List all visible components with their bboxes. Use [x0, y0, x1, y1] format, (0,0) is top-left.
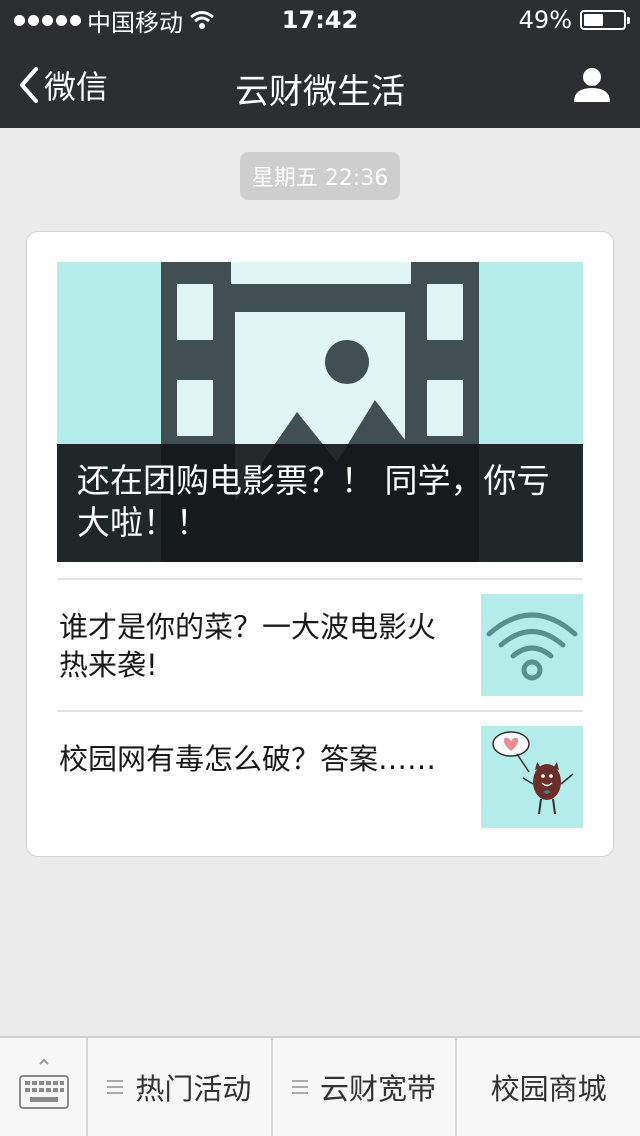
article-item[interactable]: 谁才是你的菜？一大波电影火热来袭!: [57, 594, 583, 696]
profile-icon[interactable]: [572, 64, 612, 104]
message-timestamp: 星期五 22:36: [239, 152, 401, 200]
article-title: 校园网有毒怎么破？答案……: [59, 742, 437, 776]
menu-label: 云财宽带: [320, 1072, 437, 1106]
article-thumbnail: [481, 594, 583, 696]
divider: [57, 578, 583, 580]
page-title: 云财微生活: [235, 72, 405, 112]
menu-label: 热门活动: [135, 1072, 252, 1106]
keyboard-icon: [19, 1058, 69, 1109]
battery-icon: [580, 10, 630, 30]
submenu-icon: [292, 1080, 308, 1094]
signal-strength-icon: [14, 14, 81, 26]
divider: [57, 710, 583, 712]
menu-hot-activities-button[interactable]: 热门活动: [88, 1038, 273, 1136]
news-card: 还在团购电影票？！ 同学，你亏大啦！！ 谁才是你的菜？一大波电影火热来袭! 校园…: [26, 231, 614, 857]
status-left: 中国移动: [14, 3, 215, 38]
main-article-title: 还在团购电影票？！ 同学，你亏大啦！！: [57, 444, 583, 562]
status-bar: 中国移动 17:42 49%: [0, 0, 640, 40]
monster-heart-icon: [492, 731, 574, 815]
menu-campus-mall-button[interactable]: 校园商城: [457, 1038, 640, 1136]
wifi-signal-icon: [190, 11, 214, 29]
article-item[interactable]: 校园网有毒怎么破？答案……: [57, 726, 583, 828]
main-article-cover[interactable]: 还在团购电影票？！ 同学，你亏大啦！！: [57, 262, 583, 562]
article-title: 谁才是你的菜？一大波电影火热来袭!: [59, 610, 437, 682]
menu-broadband-button[interactable]: 云财宽带: [273, 1038, 458, 1136]
article-thumbnail: [481, 726, 583, 828]
menu-label: 校园商城: [490, 1072, 607, 1106]
wifi-icon: [486, 612, 578, 681]
battery-fill: [584, 14, 603, 26]
nav-bar: 微信 云财微生活: [0, 40, 640, 128]
battery-percent: 49%: [518, 6, 572, 34]
timestamp-row: 星期五 22:36: [0, 152, 640, 200]
status-right: 49%: [518, 6, 630, 34]
carrier-name: 中国移动: [87, 8, 183, 37]
submenu-icon: [107, 1080, 124, 1094]
keyboard-toggle-button[interactable]: [0, 1038, 88, 1136]
bottom-menu: 热门活动 云财宽带 校园商城: [0, 1036, 640, 1136]
